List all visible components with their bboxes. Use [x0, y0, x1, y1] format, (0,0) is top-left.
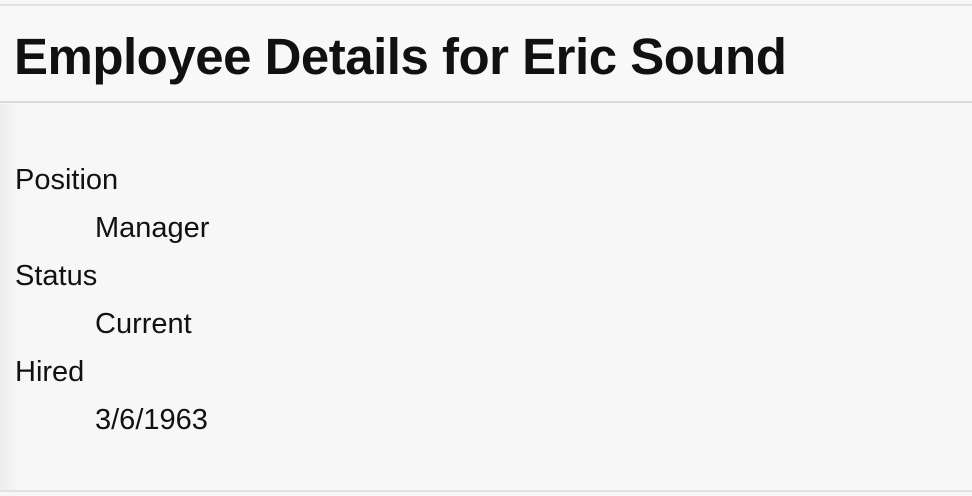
detail-label-status: Status: [15, 260, 98, 292]
detail-value-hired: 3/6/1963: [95, 404, 208, 436]
page-title: Employee Details for Eric Sound: [14, 28, 787, 85]
employee-details-list: Position Manager Status Current Hired 3/…: [15, 156, 209, 444]
detail-value-position: Manager: [95, 212, 210, 244]
detail-value-status: Current: [95, 308, 192, 340]
bottom-divider: [0, 490, 972, 492]
detail-label-position: Position: [15, 164, 119, 196]
page: Employee Details for Eric Sound Position…: [0, 0, 972, 496]
page-header: Employee Details for Eric Sound: [0, 6, 972, 103]
detail-label-hired: Hired: [15, 356, 85, 388]
